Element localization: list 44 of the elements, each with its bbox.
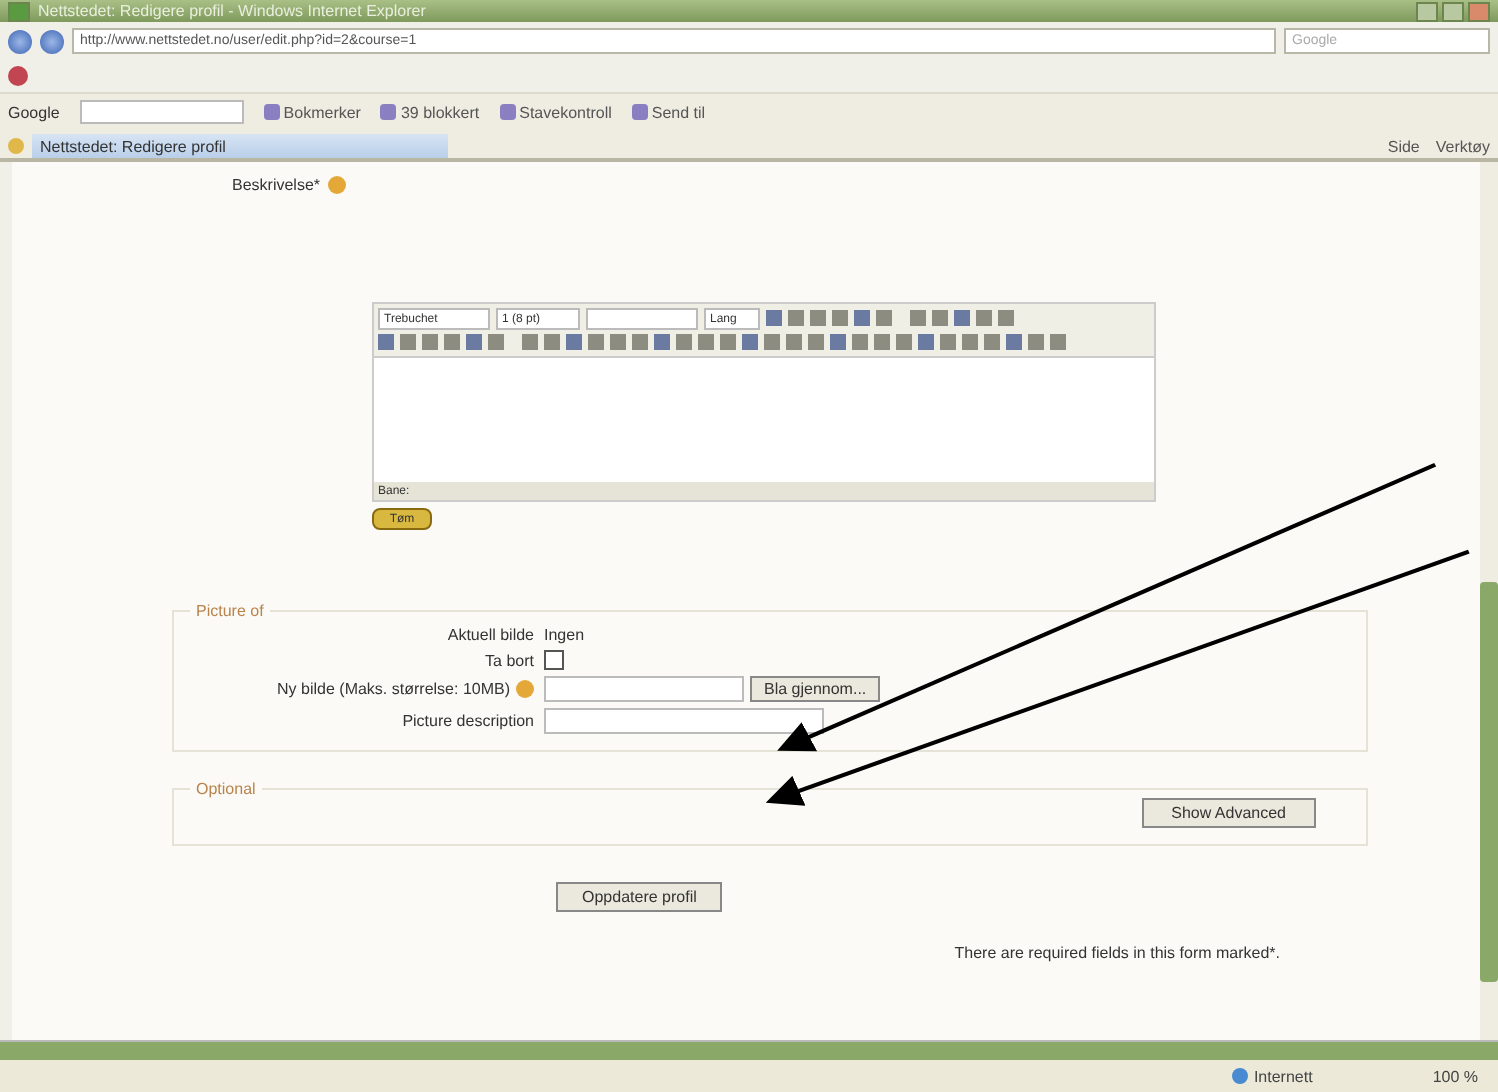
scrollbar[interactable] [1480,162,1498,1040]
back-icon[interactable] [8,29,32,53]
browser-tab[interactable]: Nettstedet: Redigere profil [32,134,448,158]
section-title: Optional [194,780,258,798]
maximize-icon[interactable] [1442,1,1464,21]
window-title: Nettstedet: Redigere profil - Windows Internet Explorer [38,2,426,20]
help-icon[interactable] [328,175,347,193]
field-label: Ny bilde (Maks. størrelse: 10MB) [277,680,510,698]
toolbar-item[interactable]: 39 blokkert [400,103,480,121]
close-icon[interactable] [1468,1,1490,21]
zone-label: Internett [1253,1067,1313,1085]
help-icon[interactable] [516,680,534,698]
checkbox[interactable] [544,650,564,670]
toolbar-icon[interactable] [263,104,280,120]
command-item[interactable]: Side [1387,137,1420,155]
file-field[interactable] [544,676,744,702]
field-label: Beskrivelse* [232,175,321,193]
toolbar-item[interactable]: Bokmerker [283,103,361,121]
field-value: Ingen [544,626,585,644]
show-advanced-button[interactable]: Show Advanced [1141,798,1316,828]
search-field[interactable] [79,100,244,124]
toolbar-icon[interactable] [8,66,28,86]
required-note: There are required fields in this form marked*. [954,944,1282,962]
command-item[interactable]: Verktøy [1435,137,1490,155]
minimize-icon[interactable] [1416,1,1438,21]
input-field[interactable] [544,708,824,734]
toolbar-item[interactable]: Send til [651,103,706,121]
toolbar-icon[interactable] [631,104,648,120]
toolbar-label: Google [8,103,60,121]
section-title: Picture of [194,602,266,620]
format-dropdown[interactable] [586,308,698,330]
field-label: Ta bort [485,651,534,669]
toolbar-item[interactable]: Stavekontroll [519,103,612,121]
app-icon [8,1,30,21]
update-profile-button[interactable]: Oppdatere profil [556,882,723,912]
field-label: Aktuell bilde [447,626,534,644]
field-label: Picture description [402,712,534,730]
scrollbar[interactable] [0,1040,1498,1060]
forward-icon[interactable] [40,29,64,53]
toolbar-icon[interactable] [499,104,516,120]
globe-icon [1231,1068,1248,1084]
toolbar-icon[interactable] [380,104,397,120]
zoom-level[interactable]: 100 % [1432,1067,1478,1085]
browse-button[interactable]: Bla gjennom... [750,676,881,702]
